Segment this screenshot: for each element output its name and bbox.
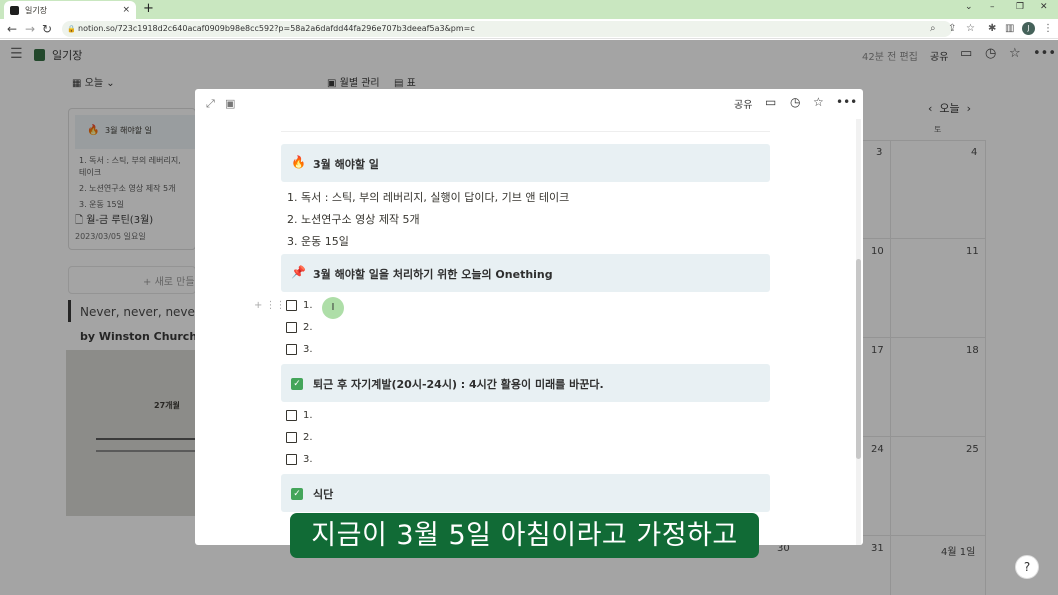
browser-tab-bar: 일기장 × + ⌄ – ❐ ✕ [0, 0, 1058, 19]
zoom-icon[interactable]: ⌕ [930, 21, 936, 37]
todo-item[interactable]: 1. [286, 410, 313, 421]
browser-menu-icon[interactable]: ⋮ [1043, 21, 1053, 37]
checkbox[interactable] [286, 432, 297, 443]
extensions-icon[interactable]: ✱ [988, 21, 996, 37]
minimize-button[interactable]: – [990, 2, 995, 12]
checkbox[interactable] [286, 410, 297, 421]
drag-handle-icon[interactable]: + ⋮⋮ [254, 300, 286, 311]
url-input[interactable]: 🔒 notion.so/723c1918d2c640acaf0909b98e8c… [62, 21, 952, 37]
bookmark-star-icon[interactable]: ☆ [966, 21, 975, 37]
notion-favicon-icon [10, 5, 19, 15]
scrollbar-thumb[interactable] [856, 259, 861, 459]
modal-scrollbar[interactable] [856, 119, 861, 545]
todo-item[interactable]: 3. [286, 454, 313, 465]
share-page-icon[interactable]: ⇪ [948, 21, 956, 37]
callout-text: 3월 해야할 일을 처리하기 위한 오늘의 Onething [313, 268, 553, 281]
new-tab-button[interactable]: + [143, 1, 154, 17]
text-cursor-icon: I [322, 297, 344, 319]
todo-item[interactable]: 1. [286, 300, 313, 311]
help-button[interactable]: ? [1015, 555, 1039, 579]
side-panel-icon[interactable]: ▥ [1005, 21, 1014, 37]
page-peek-modal: ⤢ ▣ 공유 ▭ ◷ ☆ ••• 🔥 3월 해야할 일 1. 독서 : 스틱, … [195, 89, 863, 545]
modal-more-icon[interactable]: ••• [836, 95, 857, 109]
close-tab-icon[interactable]: × [122, 5, 130, 15]
checkbox[interactable] [286, 344, 297, 355]
todo-item[interactable]: 2. [286, 322, 313, 333]
modal-favorite-icon[interactable]: ☆ [813, 95, 824, 109]
profile-avatar[interactable]: J [1022, 22, 1035, 35]
expand-icon[interactable]: ⤢ [206, 97, 215, 111]
list-item[interactable]: 2. 노션연구소 영상 제작 5개 [287, 211, 420, 227]
tab-search-icon[interactable]: ⌄ [965, 2, 973, 12]
callout-onething[interactable]: 📌 3월 해야할 일을 처리하기 위한 오늘의 Onething [281, 254, 770, 292]
todo-text[interactable]: 3. [303, 454, 313, 465]
todo-item[interactable]: 2. [286, 432, 313, 443]
todo-text[interactable]: 3. [303, 344, 313, 355]
video-subtitle: 지금이 3월 5일 아침이라고 가정하고 [290, 513, 759, 558]
todo-text[interactable]: 2. [303, 322, 313, 333]
checkbox[interactable] [286, 322, 297, 333]
forward-icon[interactable]: → [25, 21, 35, 37]
address-bar-row: ← → ↻ 🔒 notion.so/723c1918d2c640acaf0909… [0, 19, 1058, 39]
reload-icon[interactable]: ↻ [42, 21, 52, 37]
close-window-button[interactable]: ✕ [1040, 2, 1048, 12]
todo-item[interactable]: 3. [286, 344, 313, 355]
checkbox[interactable] [286, 300, 297, 311]
callout-self-development[interactable]: ✓ 퇴근 후 자기계발(20시-24시) : 4시간 활용이 미래를 바꾼다. [281, 364, 770, 402]
todo-text[interactable]: 2. [303, 432, 313, 443]
back-icon[interactable]: ← [7, 21, 17, 37]
callout-text: 3월 해야할 일 [313, 158, 379, 171]
peek-mode-icon[interactable]: ▣ [225, 97, 235, 110]
restore-button[interactable]: ❐ [1016, 2, 1024, 12]
browser-tab[interactable]: 일기장 × [4, 1, 136, 19]
tab-title: 일기장 [25, 5, 48, 15]
pushpin-icon: 📌 [291, 265, 306, 279]
divider [281, 131, 770, 132]
modal-comments-icon[interactable]: ▭ [765, 95, 776, 109]
url-text: notion.so/723c1918d2c640acaf0909b98e8cc5… [78, 24, 475, 33]
list-item[interactable]: 1. 독서 : 스틱, 부의 레버리지, 실행이 답이다, 기브 앤 테이크 [287, 189, 569, 205]
lock-icon: 🔒 [67, 25, 76, 33]
callout-diet[interactable]: ✓ 식단 [281, 474, 770, 512]
checkbox[interactable] [286, 454, 297, 465]
modal-updates-icon[interactable]: ◷ [790, 95, 800, 109]
todo-text[interactable]: 1. [303, 410, 313, 421]
callout-monthly-todo[interactable]: 🔥 3월 해야할 일 [281, 144, 770, 182]
fire-icon: 🔥 [291, 155, 306, 169]
modal-share-button[interactable]: 공유 [734, 96, 752, 111]
callout-text: 퇴근 후 자기계발(20시-24시) : 4시간 활용이 미래를 바꾼다. [313, 378, 604, 391]
list-item[interactable]: 3. 운동 15일 [287, 233, 349, 249]
callout-text: 식단 [313, 488, 334, 501]
checkmark-icon: ✓ [291, 485, 303, 500]
checkmark-icon: ✓ [291, 375, 303, 390]
todo-text[interactable]: 1. [303, 300, 313, 311]
